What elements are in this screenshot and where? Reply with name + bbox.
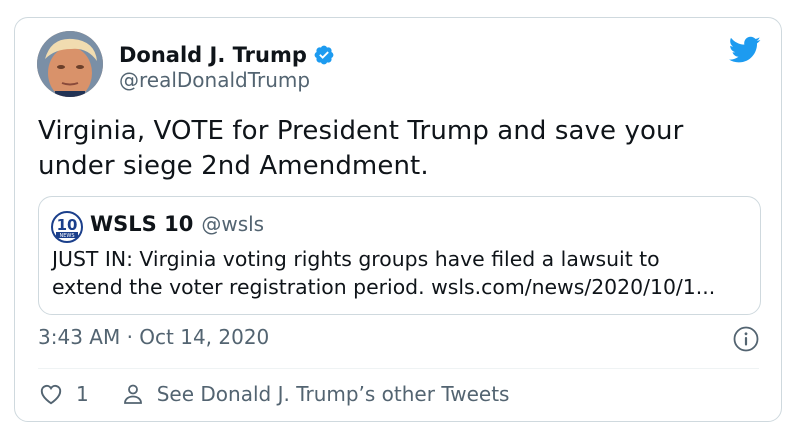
quoted-author-row: WSLS 10 @wsls — [90, 212, 264, 236]
quoted-text-line: JUST IN: Virginia voting rights groups h… — [52, 247, 660, 271]
quoted-text-line: extend the voter registration period. ws… — [52, 275, 716, 299]
divider — [38, 368, 759, 369]
tweet-actions: 1 See Donald J. Trump’s other Tweets — [38, 381, 509, 407]
like-count[interactable]: 1 — [76, 382, 89, 406]
author-handle[interactable]: @realDonaldTrump — [119, 68, 310, 92]
quoted-tweet[interactable]: 10 NEWS WSLS 10 @wsls JUST IN: Virginia … — [38, 196, 761, 315]
verified-badge-icon — [314, 45, 334, 65]
other-tweets-link[interactable]: See Donald J. Trump’s other Tweets — [157, 382, 510, 406]
person-icon — [123, 384, 142, 404]
tweet-text-line: Virginia, VOTE for President Trump and s… — [38, 116, 684, 146]
info-icon[interactable] — [733, 326, 759, 352]
tweet-text: Virginia, VOTE for President Trump and s… — [38, 114, 758, 184]
author-name[interactable]: Donald J. Trump — [119, 43, 307, 67]
twitter-bird-icon[interactable] — [729, 36, 761, 64]
svg-text:10: 10 — [57, 216, 78, 234]
tweet-text-line: under siege 2nd Amendment. — [38, 151, 429, 181]
tweet-card[interactable]: Donald J. Trump @realDonaldTrump Virgini… — [14, 17, 782, 422]
quoted-author-handle: @wsls — [201, 212, 265, 236]
heart-icon[interactable] — [38, 381, 64, 407]
quoted-tweet-text: JUST IN: Virginia voting rights groups h… — [52, 245, 752, 301]
author-name-row: Donald J. Trump — [119, 43, 335, 67]
wsls-10-news-logo-icon: 10 NEWS — [51, 211, 83, 243]
svg-text:NEWS: NEWS — [59, 233, 74, 239]
author-avatar[interactable] — [37, 31, 103, 97]
quoted-author-name: WSLS 10 — [90, 212, 194, 236]
tweet-timestamp[interactable]: 3:43 AM · Oct 14, 2020 — [38, 325, 269, 349]
